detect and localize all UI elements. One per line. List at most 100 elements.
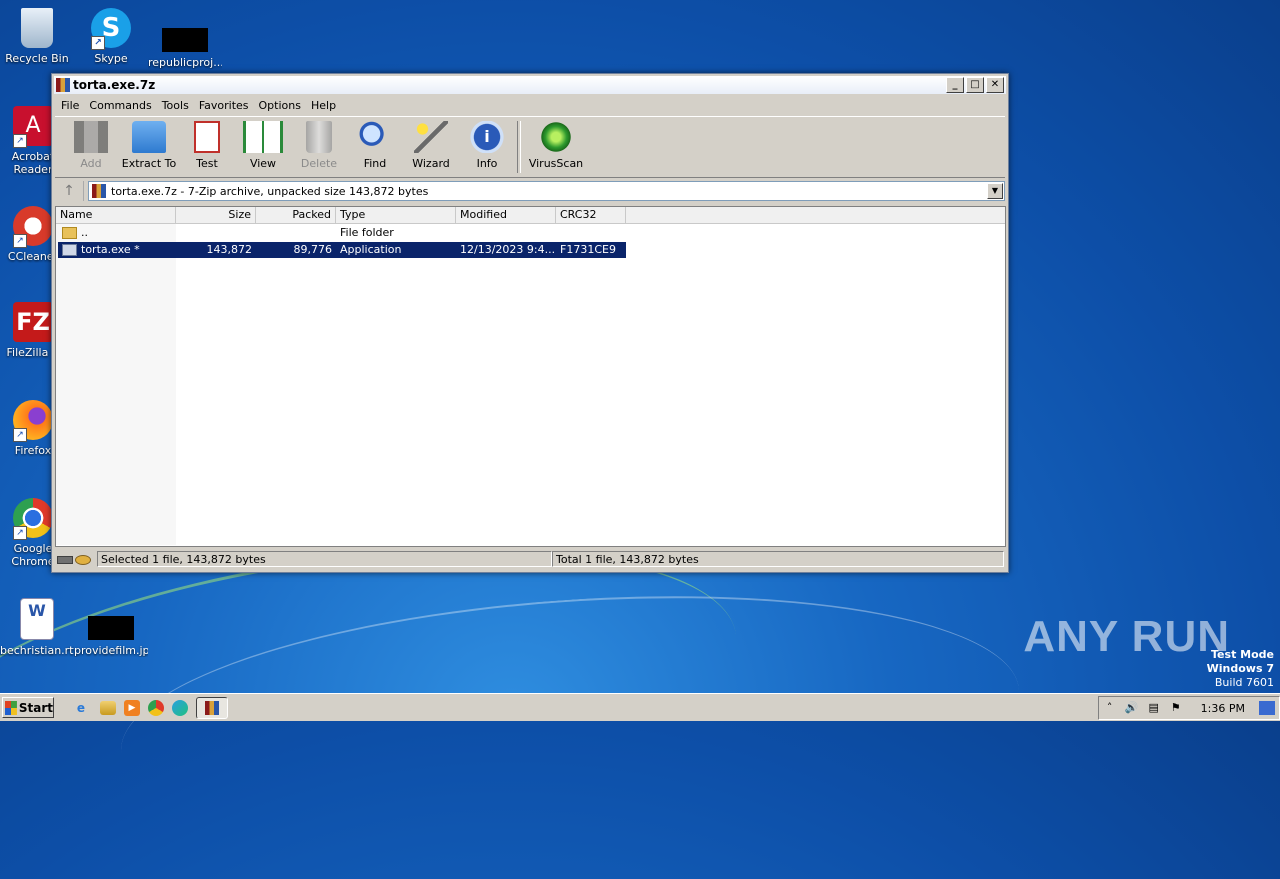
acrobat-icon: A ↗: [13, 106, 53, 148]
chrome-taskbar-icon[interactable]: [148, 699, 164, 716]
windows-logo-icon: [5, 700, 17, 715]
test-mode-notice: Test Mode Windows 7 Build 7601: [1206, 648, 1274, 689]
address-field[interactable]: torta.exe.7z - 7-Zip archive, unpacked s…: [88, 181, 1005, 201]
volume-icon[interactable]: 🔊: [1125, 701, 1139, 715]
delete-button[interactable]: Delete: [291, 117, 347, 177]
folder-icon: [62, 227, 77, 239]
toolbar: Add Extract To Test View Delete Find Wiz…: [55, 116, 1005, 178]
start-button[interactable]: Start: [2, 697, 54, 718]
column-crc32[interactable]: CRC32: [556, 207, 626, 223]
status-total: Total 1 file, 143,872 bytes: [552, 551, 1004, 567]
item-crc: [556, 225, 626, 241]
edge-icon[interactable]: [172, 699, 188, 716]
list-item-selected[interactable]: torta.exe * 143,872 89,776 Application 1…: [58, 242, 626, 258]
column-modified[interactable]: Modified: [456, 207, 556, 223]
shortcut-arrow-icon: ↗: [13, 526, 27, 540]
application-icon: [62, 244, 77, 256]
status-bar: Selected 1 file, 143,872 bytes Total 1 f…: [55, 551, 1004, 569]
item-modified: 12/13/2023 9:4...: [460, 243, 556, 256]
info-button[interactable]: i Info: [459, 117, 515, 177]
item-type: Application: [340, 243, 402, 256]
winrar-icon: [205, 700, 219, 715]
column-name[interactable]: Name: [56, 207, 176, 223]
image-file-icon: [88, 616, 134, 640]
minimize-button[interactable]: _: [946, 77, 964, 93]
shortcut-arrow-icon: ↗: [13, 134, 27, 148]
file-icon: [162, 28, 208, 52]
list-item[interactable]: .. File folder: [58, 225, 626, 241]
address-dropdown-button[interactable]: ▼: [987, 183, 1003, 199]
item-name: ..: [81, 226, 88, 239]
shortcut-arrow-icon: ↗: [13, 234, 27, 248]
action-center-flag-icon[interactable]: ⚑: [1169, 701, 1183, 715]
desktop-icon-providefilm[interactable]: providefilm.jpg: [74, 598, 148, 657]
address-bar: ↑ torta.exe.7z - 7-Zip archive, unpacked…: [55, 180, 1005, 202]
sorted-column-shade: [56, 224, 176, 545]
column-packed[interactable]: Packed: [256, 207, 336, 223]
column-size[interactable]: Size: [176, 207, 256, 223]
extract-icon: [132, 121, 166, 153]
system-tray: ˄ 🔊 ▤ ⚑ 1:36 PM: [1097, 696, 1280, 720]
item-packed: [256, 225, 336, 241]
add-icon: [74, 121, 108, 153]
skype-icon: S ↗: [91, 8, 131, 50]
show-desktop-icon[interactable]: [1259, 701, 1275, 715]
menu-file[interactable]: File: [56, 99, 84, 112]
network-icon[interactable]: ▤: [1147, 701, 1161, 715]
file-explorer-icon[interactable]: [100, 700, 116, 715]
up-folder-button[interactable]: ↑: [55, 181, 84, 201]
status-icons: [55, 551, 97, 569]
winrar-taskbar-button[interactable]: [196, 696, 228, 719]
item-size: [176, 225, 256, 241]
virusscan-button[interactable]: VirusScan: [525, 117, 587, 177]
close-button[interactable]: ✕: [986, 77, 1004, 93]
maximize-button[interactable]: □: [966, 77, 984, 93]
find-button[interactable]: Find: [347, 117, 403, 177]
internet-explorer-icon[interactable]: e: [70, 698, 92, 718]
clock[interactable]: 1:36 PM: [1201, 702, 1245, 715]
chrome-icon: ↗: [13, 498, 53, 540]
view-button[interactable]: View: [235, 117, 291, 177]
taskbar: Start e ▶ ˄ 🔊 ▤ ⚑ 1:36 PM: [0, 693, 1280, 721]
item-crc: F1731CE9: [560, 243, 616, 256]
recycle-bin-icon: [21, 8, 53, 48]
window-controls: _ □ ✕: [946, 77, 1004, 93]
toolbar-separator: [517, 121, 521, 173]
anyrun-watermark: ANY RUN: [1023, 612, 1230, 661]
item-type: File folder: [340, 226, 394, 239]
column-type[interactable]: Type: [336, 207, 456, 223]
window-title: torta.exe.7z: [73, 78, 156, 92]
archive-window: torta.exe.7z _ □ ✕ File Commands Tools F…: [51, 73, 1009, 573]
menu-commands[interactable]: Commands: [84, 99, 156, 112]
key-icon: [75, 555, 91, 565]
desktop-icon-republicproj[interactable]: republicproj...: [148, 8, 222, 69]
menu-tools[interactable]: Tools: [157, 99, 194, 112]
item-size: 143,872: [206, 243, 253, 256]
winrar-icon: [56, 78, 70, 92]
test-button[interactable]: Test: [179, 117, 235, 177]
shortcut-arrow-icon: ↗: [13, 428, 27, 442]
firefox-icon: ↗: [13, 400, 53, 442]
show-hidden-icons-icon[interactable]: ˄: [1103, 701, 1117, 715]
list-header: Name Size Packed Type Modified CRC32: [56, 207, 1005, 224]
desktop-icon-bechristian[interactable]: W bechristian.rtf: [0, 598, 74, 657]
menu-options[interactable]: Options: [254, 99, 306, 112]
file-list: Name Size Packed Type Modified CRC32 .. …: [55, 206, 1006, 547]
extract-to-button[interactable]: Extract To: [119, 117, 179, 177]
desktop-icon-skype[interactable]: S ↗ Skype: [74, 8, 148, 65]
ccleaner-icon: ↗: [13, 206, 53, 248]
filezilla-icon: FZ: [13, 302, 53, 342]
media-player-icon[interactable]: ▶: [124, 699, 140, 716]
menu-help[interactable]: Help: [306, 99, 341, 112]
info-icon: i: [470, 121, 504, 153]
wizard-button[interactable]: Wizard: [403, 117, 459, 177]
drive-icon: [57, 556, 73, 564]
delete-icon: [306, 121, 332, 153]
view-icon: [243, 121, 283, 153]
menu-favorites[interactable]: Favorites: [194, 99, 254, 112]
desktop-icon-recycle-bin[interactable]: Recycle Bin: [0, 8, 74, 65]
word-document-icon: W: [20, 598, 54, 640]
title-bar[interactable]: torta.exe.7z _ □ ✕: [54, 76, 1006, 94]
item-modified: [456, 225, 556, 241]
add-button[interactable]: Add: [63, 117, 119, 177]
